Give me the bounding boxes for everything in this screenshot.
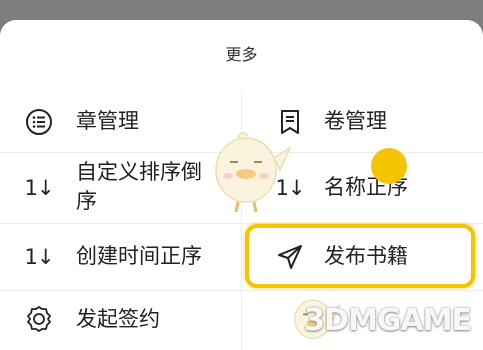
menu-item-label: 自定义排序倒 (76, 160, 202, 184)
menu-item-create-time-sort-asc[interactable]: 1↓ 创建时间正序 (0, 224, 241, 290)
menu-item-label: 创建时间正序 (76, 244, 202, 268)
menu-item-start-contract[interactable]: 发起签约 (0, 291, 241, 350)
menu-item-label: 发起签约 (76, 307, 160, 331)
sort-icon: 1↓ (24, 245, 55, 269)
tutorial-highlight-box (245, 224, 475, 288)
menu-item-label: 章管理 (76, 109, 139, 133)
list-icon (25, 108, 53, 136)
sheet-title: 更多 (225, 45, 258, 64)
menu-item-label: 卷管理 (324, 109, 387, 133)
mascot-bird-icon (215, 131, 292, 213)
watermark-text: 3DMGAME (304, 303, 472, 338)
tutorial-pointer-dot (371, 148, 407, 184)
menu-item-label: 序 (76, 189, 97, 213)
sort-icon: 1↓ (24, 176, 55, 200)
award-icon (25, 305, 53, 333)
